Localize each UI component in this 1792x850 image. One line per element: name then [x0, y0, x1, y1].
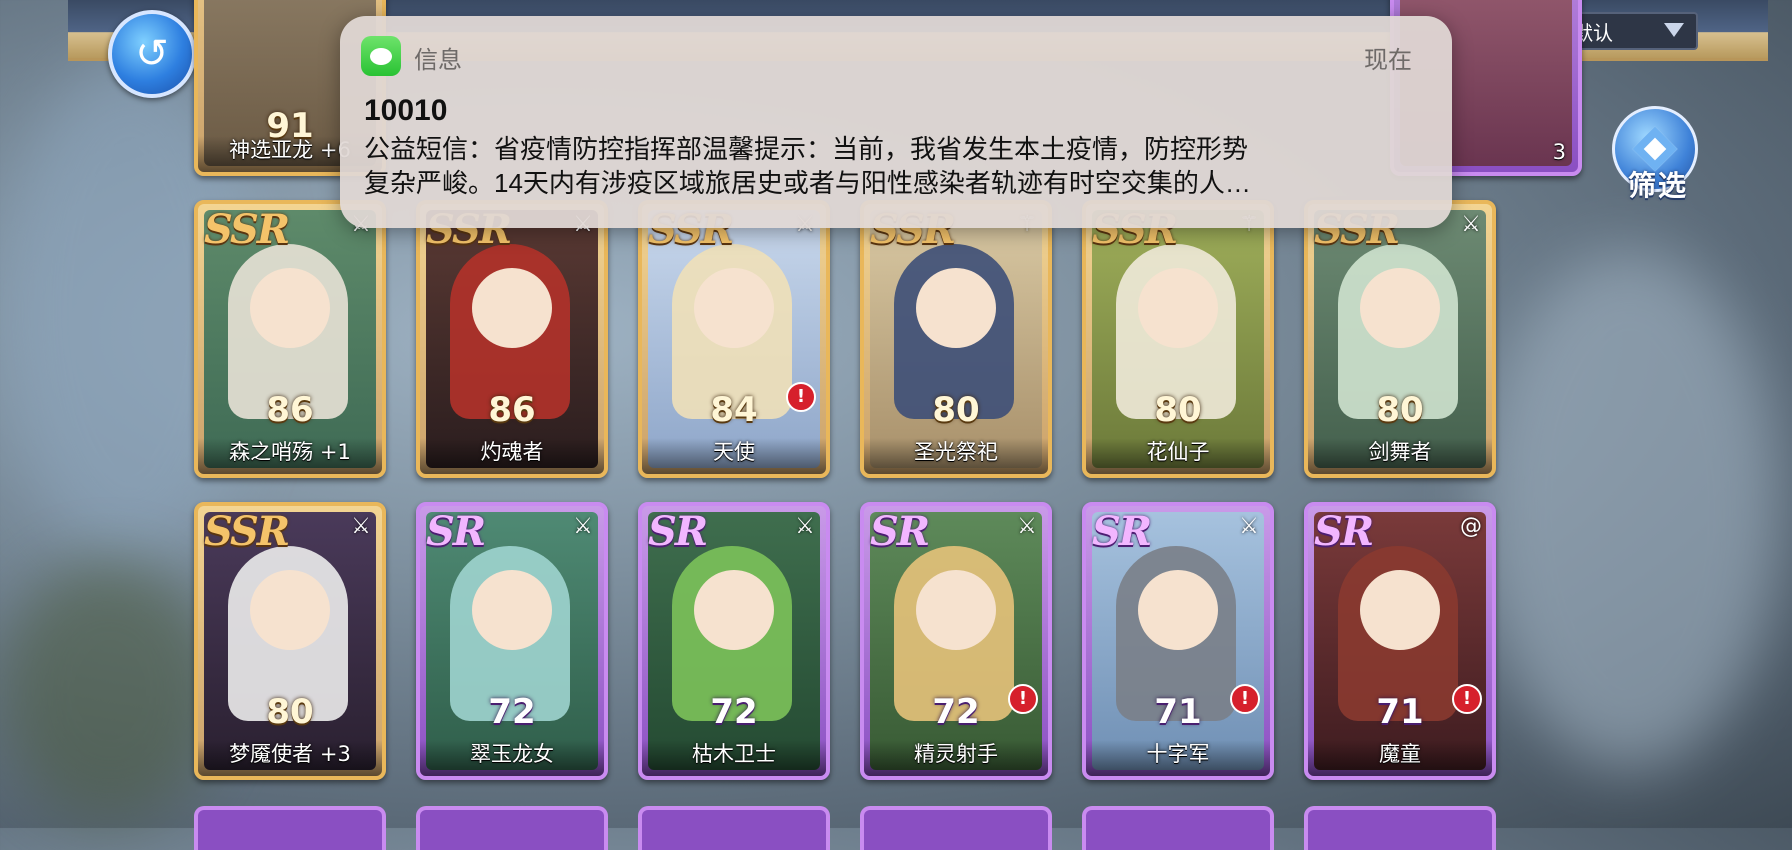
hero-card[interactable]: SSR ⚔ 86 灼魂者: [416, 200, 608, 478]
hero-card[interactable]: SSR ⚚ 80 花仙子: [1082, 200, 1274, 478]
hero-name: 魔童: [1379, 742, 1421, 766]
rarity-badge: SSR: [204, 508, 290, 555]
notification-sender: 10010: [364, 94, 448, 127]
hero-card-partial[interactable]: [416, 806, 608, 850]
hero-level: 86: [488, 390, 536, 430]
crossed-swords-icon: ⚔: [1461, 212, 1481, 237]
background-blur: [0, 560, 220, 820]
hero-level: 80: [1154, 390, 1202, 430]
rarity-badge: SR: [870, 508, 930, 555]
hero-card[interactable]: SR @ ! 71 魔童: [1304, 502, 1496, 780]
hero-card[interactable]: SR ⚔ 72 枯木卫士: [638, 502, 830, 780]
hero-name: 剑舞者: [1368, 440, 1432, 464]
notification-body-line: 公益短信：省疫情防控指挥部温馨提示：当前，我省发生本土疫情，防控形势: [364, 134, 1249, 164]
swirl-icon: @: [1460, 514, 1482, 539]
hero-level: 80: [266, 692, 314, 732]
rarity-badge: SR: [1092, 508, 1152, 555]
crossed-swords-icon: ⚔: [573, 514, 593, 539]
hero-name: 梦魇使者 +3: [229, 742, 351, 766]
hero-level: 72: [710, 692, 758, 732]
rarity-badge: SR: [426, 508, 486, 555]
back-arrow-icon: ↺: [135, 31, 169, 77]
crossed-swords-icon: ⚔: [1239, 514, 1259, 539]
hero-name: 3: [1552, 140, 1566, 164]
message-notification[interactable]: 信息 现在 10010 公益短信：省疫情防控指挥部温馨提示：当前，我省发生本土疫…: [340, 16, 1452, 228]
back-button[interactable]: ↺: [108, 10, 196, 98]
rarity-badge: SR: [648, 508, 708, 555]
hero-level: 72: [932, 692, 980, 732]
crossed-swords-icon: ⚔: [795, 514, 815, 539]
filter-label: 筛选: [1627, 169, 1688, 202]
crossed-swords-icon: ⚔: [1017, 514, 1037, 539]
hero-card[interactable]: SSR ⚔ 80 剑舞者: [1304, 200, 1496, 478]
messages-app-icon: [361, 36, 401, 76]
hero-level: 84: [710, 390, 758, 430]
hero-card[interactable]: SR ⚔ ! 72 精灵射手: [860, 502, 1052, 780]
hero-level: 72: [488, 692, 536, 732]
hero-name: 灼魂者: [480, 440, 544, 464]
hero-name: 花仙子: [1146, 440, 1210, 464]
background-blur: [1480, 250, 1780, 770]
hero-name: 十字军: [1146, 742, 1210, 766]
hero-card-partial[interactable]: [638, 806, 830, 850]
notification-app-name: 信息: [414, 47, 462, 74]
hero-level: 71: [1376, 692, 1424, 732]
filter-button[interactable]: 筛选: [1610, 106, 1700, 216]
hero-card[interactable]: SSR ⚚ 80 圣光祭祀: [860, 200, 1052, 478]
hero-card[interactable]: SSR ⚔ 80 梦魇使者 +3: [194, 502, 386, 780]
hero-level: 80: [1376, 390, 1424, 430]
hero-card-partial[interactable]: [1082, 806, 1274, 850]
hero-card[interactable]: SSR ⚔ ! 84 天使: [638, 200, 830, 478]
rarity-badge: SR: [1314, 508, 1374, 555]
hero-card-partial[interactable]: [1304, 806, 1496, 850]
hero-name: 圣光祭祀: [914, 440, 998, 464]
notification-body-line: 复杂严峻。14天内有涉疫区域旅居史或者与阳性感染者轨迹有时空交集的人…: [364, 168, 1251, 198]
hero-card[interactable]: SSR ⚔ 86 森之哨殇 +1: [194, 200, 386, 478]
hero-level: 86: [266, 390, 314, 430]
rarity-badge: SSR: [204, 206, 290, 253]
hero-name: 精灵射手: [914, 742, 998, 766]
hero-card-partial[interactable]: [860, 806, 1052, 850]
hero-name: 翠玉龙女: [470, 742, 554, 766]
notification-time: 现在: [1364, 47, 1412, 74]
crossed-swords-icon: ⚔: [351, 514, 371, 539]
notification-body: 公益短信：省疫情防控指挥部温馨提示：当前，我省发生本土疫情，防控形势 复杂严峻。…: [364, 132, 1424, 200]
hero-name: 天使: [713, 440, 755, 464]
hero-card[interactable]: SR ⚔ 72 翠玉龙女: [416, 502, 608, 780]
hero-card-partial[interactable]: [194, 806, 386, 850]
hero-level: 80: [932, 390, 980, 430]
hero-level: 71: [1154, 692, 1202, 732]
chevron-down-icon: [1664, 23, 1684, 37]
hero-name: 枯木卫士: [692, 742, 776, 766]
hero-name: 森之哨殇 +1: [229, 440, 351, 464]
hero-card[interactable]: SR ⚔ ! 71 十字军: [1082, 502, 1274, 780]
